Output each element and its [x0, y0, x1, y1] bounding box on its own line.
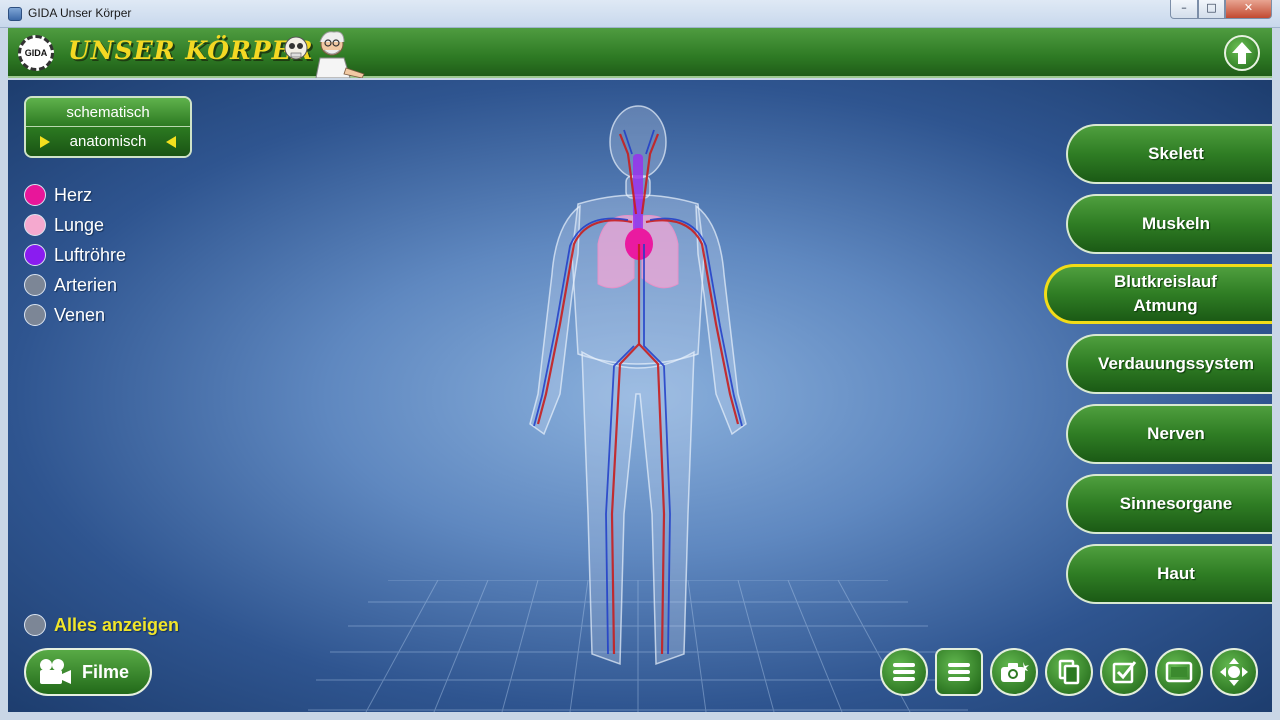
arrow-up-icon: [1232, 42, 1252, 64]
legend-item-luftroehre[interactable]: Luftröhre: [24, 240, 126, 270]
logo-text: GIDA: [24, 48, 48, 58]
toggle-dot[interactable]: [24, 184, 46, 206]
legend-label: Luftröhre: [54, 244, 127, 265]
menu-label: Sinnesorgane: [1119, 494, 1233, 513]
fullscreen-button[interactable]: [1155, 648, 1203, 696]
gida-logo: GIDA: [18, 35, 54, 71]
close-button[interactable]: ✕: [1225, 0, 1272, 19]
menu-muskeln-button[interactable]: Muskeln: [1066, 194, 1272, 254]
films-button[interactable]: Filme: [24, 648, 152, 696]
selected-arrow-left-icon: [40, 136, 50, 148]
mascot-illustration: [284, 31, 365, 78]
legend-item-arterien[interactable]: Arterien: [24, 270, 126, 300]
list-button[interactable]: [880, 648, 928, 696]
menu-haut-button[interactable]: Haut: [1066, 544, 1272, 604]
anatomy-stage: schematisch anatomisch Herz Lunge Luftrö…: [8, 80, 1272, 712]
list-icon: [893, 663, 915, 681]
toggle-dot[interactable]: [24, 244, 46, 266]
menu-label: Verdauungssystem: [1098, 354, 1254, 373]
menu-nerven-button[interactable]: Nerven: [1066, 404, 1272, 464]
legend-item-lunge[interactable]: Lunge: [24, 210, 126, 240]
film-camera-icon: [40, 659, 71, 684]
frame-icon: [1165, 661, 1193, 683]
selected-arrow-right-icon: [166, 136, 176, 148]
menu-blutkreislauf-atmung-button[interactable]: Blutkreislauf Atmung: [1044, 264, 1272, 324]
navigation-button[interactable]: [1210, 648, 1258, 696]
legend-item-venen[interactable]: Venen: [24, 300, 126, 330]
legend-label: Arterien: [54, 274, 118, 295]
anatomic-view-button[interactable]: anatomisch: [26, 127, 190, 156]
legend-label: Herz: [54, 184, 93, 205]
menu-label: Blutkreislauf Atmung: [1114, 272, 1217, 315]
toggle-dot[interactable]: [24, 274, 46, 296]
bottom-toolbar: [880, 648, 1265, 696]
organ-legend: Herz Lunge Luftröhre Arterien Venen: [24, 180, 126, 330]
quiz-button[interactable]: [1100, 648, 1148, 696]
menu-skelett-button[interactable]: Skelett: [1066, 124, 1272, 184]
navigation-icon: [1220, 658, 1248, 686]
legend-label: Venen: [54, 304, 106, 325]
copy-icon: [1058, 659, 1080, 685]
films-label: Filme: [82, 661, 130, 682]
schematic-view-button[interactable]: schematisch: [26, 98, 190, 127]
show-all-toggle[interactable]: Alles anzeigen: [24, 614, 179, 636]
menu-label: Skelett: [1148, 144, 1204, 163]
copy-button[interactable]: [1045, 648, 1093, 696]
anatomic-label: anatomisch: [69, 133, 147, 150]
body-systems-menu: Skelett Muskeln Blutkreislauf Atmung Ver…: [1044, 124, 1272, 614]
view-mode-switch: schematisch anatomisch: [24, 96, 192, 158]
menu-label: Muskeln: [1141, 214, 1211, 233]
checklist-icon: [1112, 661, 1137, 684]
toggle-dot[interactable]: [24, 214, 46, 236]
show-all-label: Alles anzeigen: [54, 614, 180, 635]
window-titlebar: GIDA Unser Körper – □ ✕: [0, 0, 1280, 28]
legend-label: Lunge: [54, 214, 105, 235]
menu-sinnesorgane-button[interactable]: Sinnesorgane: [1066, 474, 1272, 534]
menu-label: Nerven: [1147, 424, 1205, 443]
maximize-button[interactable]: □: [1198, 0, 1225, 19]
minimize-button[interactable]: –: [1170, 0, 1198, 19]
camera-icon: [1001, 662, 1029, 682]
human-body-model: [529, 105, 747, 666]
app-header: GIDA UNSER KÖRPER: [8, 28, 1272, 78]
screenshot-button[interactable]: [990, 648, 1038, 696]
schematic-label: schematisch: [66, 104, 150, 121]
home-up-button[interactable]: [1224, 35, 1260, 71]
menu-label: Haut: [1157, 564, 1195, 583]
menu-verdauungssystem-button[interactable]: Verdauungssystem: [1066, 334, 1272, 394]
list-icon: [948, 663, 970, 681]
toggle-dot[interactable]: [24, 614, 46, 636]
window-title: GIDA Unser Körper: [28, 6, 132, 20]
toggle-dot[interactable]: [24, 304, 46, 326]
legend-item-herz[interactable]: Herz: [24, 180, 126, 210]
menu-list-button[interactable]: [935, 648, 983, 696]
app-icon: [8, 7, 22, 21]
